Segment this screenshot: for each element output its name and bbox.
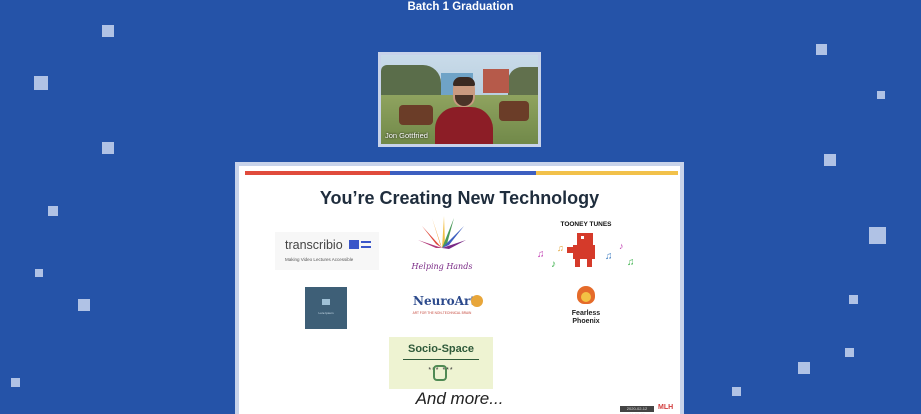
square-brand-logo: Lore Ipsum (305, 287, 347, 329)
svg-text:♪: ♪ (619, 241, 624, 251)
decor-square (732, 387, 741, 396)
speaker-video-tile[interactable]: Jon Gottfried (378, 52, 541, 147)
decor-square (35, 269, 43, 277)
decor-square (845, 348, 854, 357)
socio-space-logo: Socio-Space *** *** (389, 337, 493, 389)
svg-text:♫: ♫ (627, 257, 635, 268)
decor-square (824, 154, 836, 166)
speaker-name-label: Jon Gottfried (385, 131, 428, 140)
decor-square (798, 362, 810, 374)
phoenix-name-line2: Phoenix (572, 318, 600, 325)
lines-icon (361, 241, 371, 248)
palette-icon (471, 295, 483, 307)
recording-watermark: 2020-02-12 16:23:05 MLH (620, 404, 678, 414)
transcribio-logo: transcribio Making Video Lectures Access… (275, 232, 379, 270)
event-title: Batch 1 Graduation (407, 1, 514, 13)
svg-text:♪: ♪ (551, 259, 556, 270)
tooney-tunes-logo: TOONEY TUNES ♫ ♪ ♫ ♫ ♪ ♫ (527, 221, 645, 275)
decor-square (849, 295, 858, 304)
square-logo-text: Lore Ipsum (318, 311, 334, 315)
decor-square (34, 76, 48, 90)
decor-square (48, 206, 58, 216)
decor-square (102, 25, 114, 37)
logo-mark-icon (322, 299, 330, 305)
decor-square (11, 378, 20, 387)
transcribio-tagline: Making Video Lectures Accessible (285, 257, 354, 262)
slide-stripe-yellow (536, 171, 678, 175)
helping-hands-name: Helping Hands (411, 262, 473, 271)
hands-icon (418, 216, 466, 249)
neuroart-name: NeuroArt (413, 294, 476, 308)
slide-title: You’re Creating New Technology (319, 188, 600, 208)
and-more-text: And more... (415, 389, 504, 408)
presentation-slide: You’re Creating New Technology transcrib… (235, 162, 684, 414)
neuroart-tagline: ART FOR THE NON-TECHNICAL BRAIN (412, 311, 472, 315)
speaker-avatar (435, 107, 493, 144)
hand-icon (433, 365, 447, 381)
caption-icon (349, 240, 359, 249)
slide-stripe-red (245, 171, 390, 175)
divider (403, 359, 479, 360)
decor-square (869, 227, 886, 244)
decor-square (102, 142, 114, 154)
recording-timestamp: 2020-02-12 16:23:05 (620, 406, 654, 414)
mlh-logo: MLH (658, 404, 674, 411)
helping-hands-logo: Helping Hands (399, 214, 485, 280)
slide-stripe-blue (390, 171, 536, 175)
socio-space-name: Socio-Space (407, 343, 475, 355)
tooney-tunes-name: TOONEY TUNES (560, 221, 612, 228)
neuroart-logo: NeuroArt ART FOR THE NON-TECHNICAL BRAIN (391, 292, 493, 324)
dinosaur-music-icon: ♫ ♪ ♫ ♫ ♪ ♫ (537, 233, 635, 270)
transcribio-name: transcribio (285, 238, 343, 252)
fearless-phoenix-logo: Fearless Phoenix (555, 284, 617, 332)
decor-square (78, 299, 90, 311)
decor-square (816, 44, 827, 55)
phoenix-name-line1: Fearless (571, 310, 601, 317)
decor-square (877, 91, 885, 99)
svg-text:♫: ♫ (557, 243, 564, 253)
svg-text:♫: ♫ (605, 251, 613, 262)
svg-text:♫: ♫ (537, 249, 545, 260)
